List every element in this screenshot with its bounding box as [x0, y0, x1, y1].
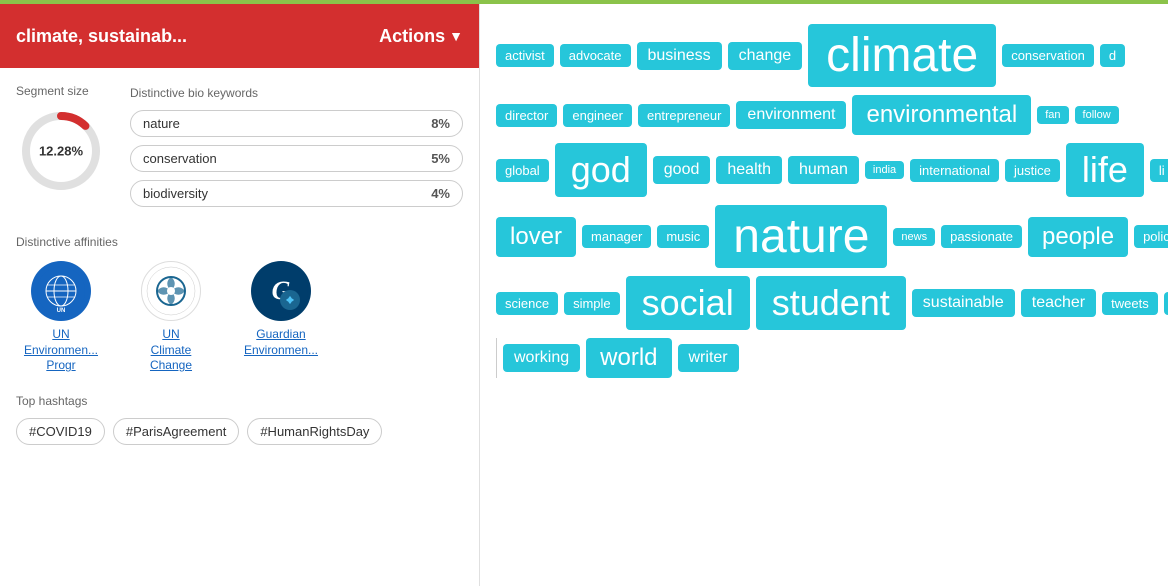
hashtag-paris[interactable]: #ParisAgreement	[113, 418, 239, 445]
keyword-name: nature	[143, 116, 425, 131]
word-cloud: activist advocate business change climat…	[496, 24, 1152, 378]
segment-size-value: 12.28%	[39, 144, 83, 159]
affinity-guardian[interactable]: G GuardianEnvironmen...	[236, 261, 326, 374]
word-fan[interactable]: fan	[1037, 106, 1068, 124]
keyword-pct: 5%	[431, 151, 450, 166]
word-row-5: science simple social student sustainabl…	[496, 276, 1152, 330]
word-news[interactable]: news	[893, 228, 935, 246]
hashtags-section: Top hashtags #COVID19 #ParisAgreement #H…	[16, 394, 463, 445]
word-business[interactable]: business	[637, 42, 722, 70]
affinity-logo-guardian: G	[251, 261, 311, 321]
word-row-6: working world writer	[496, 338, 1152, 378]
word-sustainable[interactable]: sustainable	[912, 289, 1015, 317]
affinities-list: UN UNEnvironmen...Progr	[16, 261, 463, 374]
keyword-item: conservation 5%	[130, 145, 463, 172]
segment-info: Segment size 12.28% Distinctive bio keyw…	[16, 84, 463, 215]
word-india[interactable]: india	[865, 161, 904, 179]
svg-text:UN: UN	[57, 308, 66, 314]
word-entrepreneur[interactable]: entrepreneur	[638, 104, 730, 127]
word-row-4: lover manager music nature news passiona…	[496, 205, 1152, 268]
keyword-item: nature 8%	[130, 110, 463, 137]
affinity-name-guardian: GuardianEnvironmen...	[244, 327, 318, 358]
word-science[interactable]: science	[496, 292, 558, 315]
donut-chart: 12.28%	[16, 106, 106, 196]
word-human[interactable]: human	[788, 156, 859, 184]
word-writer[interactable]: writer	[678, 344, 739, 372]
word-row-3: global god good health human india inter…	[496, 143, 1152, 197]
word-policy[interactable]: policy	[1134, 225, 1168, 248]
affinity-logo-uncc	[141, 261, 201, 321]
affinity-name-uncc: UNClimateChange	[150, 327, 192, 374]
affinity-uncc[interactable]: UNClimateChange	[126, 261, 216, 374]
word-justice[interactable]: justice	[1005, 159, 1060, 182]
affinity-name-unep: UNEnvironmen...Progr	[24, 327, 98, 374]
hashtags-label: Top hashtags	[16, 394, 463, 408]
affinity-logo-unep: UN	[31, 261, 91, 321]
keyword-pct: 8%	[431, 116, 450, 131]
word-life[interactable]: life	[1066, 143, 1144, 197]
hashtag-covid19[interactable]: #COVID19	[16, 418, 105, 445]
word-social[interactable]: social	[626, 276, 750, 330]
segment-size-section: Segment size 12.28%	[16, 84, 106, 215]
word-row-1: activist advocate business change climat…	[496, 24, 1152, 87]
word-university[interactable]: university	[1164, 292, 1168, 315]
keyword-name: conservation	[143, 151, 425, 166]
word-tweets[interactable]: tweets	[1102, 292, 1158, 315]
word-change[interactable]: change	[728, 42, 803, 70]
word-god[interactable]: god	[555, 143, 647, 197]
word-music[interactable]: music	[657, 225, 709, 248]
segment-header: climate, sustainab... Actions ▼	[0, 4, 479, 68]
hashtag-humanrights[interactable]: #HumanRightsDay	[247, 418, 382, 445]
word-lover[interactable]: lover	[496, 217, 576, 257]
word-row-2: director engineer entrepreneur environme…	[496, 95, 1152, 135]
word-international[interactable]: international	[910, 159, 999, 182]
bio-keywords-section: Distinctive bio keywords nature 8% conse…	[130, 84, 463, 215]
word-global[interactable]: global	[496, 159, 549, 182]
bio-keywords-label: Distinctive bio keywords	[130, 86, 258, 100]
bio-keywords-list: nature 8% conservation 5% biodiversity 4…	[130, 110, 463, 215]
affinities-section: Distinctive affinities	[16, 235, 463, 374]
keyword-name: biodiversity	[143, 186, 425, 201]
word-director[interactable]: director	[496, 104, 557, 127]
word-world[interactable]: world	[586, 338, 671, 378]
word-conservation[interactable]: conservation	[1002, 44, 1094, 67]
word-advocate[interactable]: advocate	[560, 44, 631, 67]
vertical-divider	[496, 338, 497, 378]
segment-size-label: Segment size	[16, 84, 89, 98]
keyword-item: biodiversity 4%	[130, 180, 463, 207]
word-people[interactable]: people	[1028, 217, 1128, 257]
main-content: climate, sustainab... Actions ▼ Segment …	[0, 4, 1168, 586]
word-environmental[interactable]: environmental	[852, 95, 1031, 135]
keyword-pct: 4%	[431, 186, 450, 201]
chevron-down-icon: ▼	[449, 28, 463, 44]
right-panel: activist advocate business change climat…	[480, 4, 1168, 586]
word-working[interactable]: working	[503, 344, 580, 372]
word-nature[interactable]: nature	[715, 205, 887, 268]
word-manager[interactable]: manager	[582, 225, 651, 248]
word-simple[interactable]: simple	[564, 292, 620, 315]
word-passionate[interactable]: passionate	[941, 225, 1022, 248]
hashtag-badges: #COVID19 #ParisAgreement #HumanRightsDay	[16, 418, 463, 445]
word-teacher[interactable]: teacher	[1021, 289, 1096, 317]
word-environment[interactable]: environment	[736, 101, 846, 129]
word-good[interactable]: good	[653, 156, 711, 184]
word-student[interactable]: student	[756, 276, 906, 330]
word-health[interactable]: health	[716, 156, 782, 184]
affinity-unep[interactable]: UN UNEnvironmen...Progr	[16, 261, 106, 374]
word-engineer[interactable]: engineer	[563, 104, 632, 127]
affinities-label: Distinctive affinities	[16, 235, 463, 249]
word-li[interactable]: li	[1150, 159, 1168, 182]
word-follow[interactable]: follow	[1075, 106, 1119, 124]
segment-body: Segment size 12.28% Distinctive bio keyw…	[0, 68, 479, 586]
word-climate[interactable]: climate	[808, 24, 996, 87]
left-panel: climate, sustainab... Actions ▼ Segment …	[0, 4, 480, 586]
word-activist[interactable]: activist	[496, 44, 554, 67]
word-d[interactable]: d	[1100, 44, 1125, 67]
actions-button[interactable]: Actions ▼	[379, 26, 463, 47]
segment-title: climate, sustainab...	[16, 26, 187, 47]
